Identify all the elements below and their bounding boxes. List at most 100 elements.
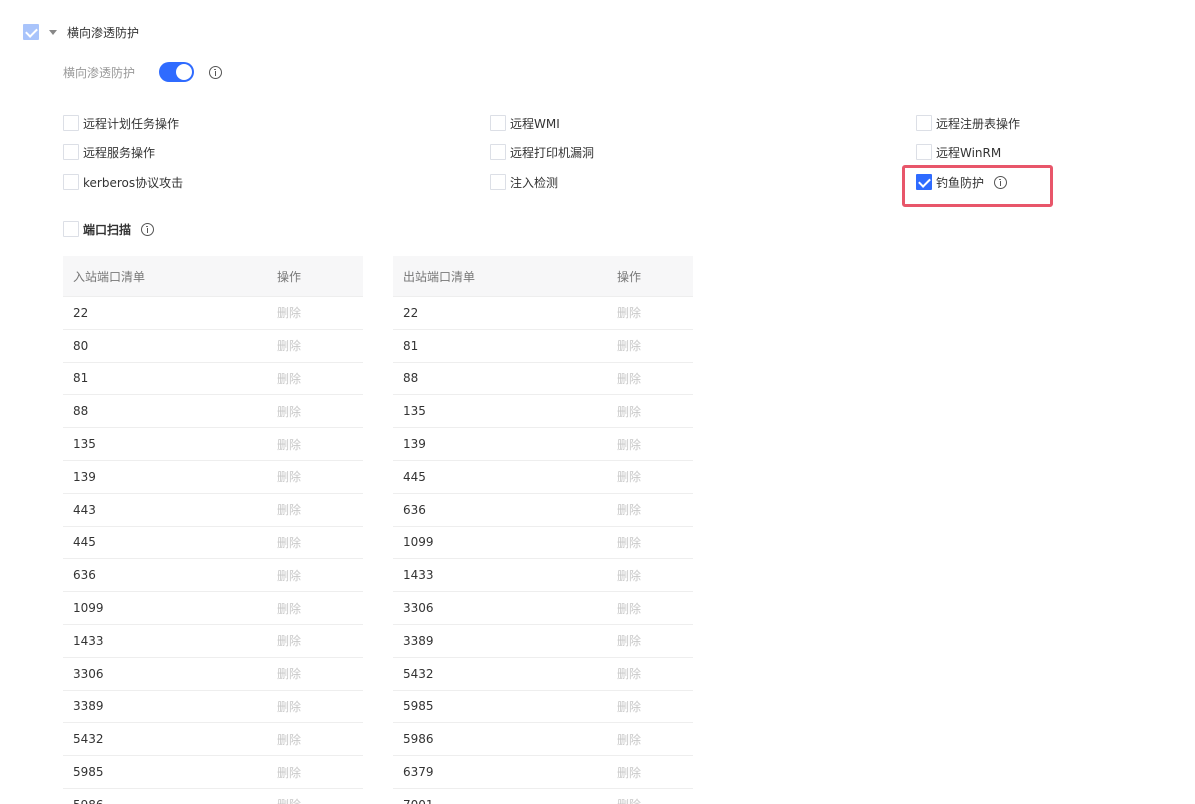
delete-link[interactable]: 删除 bbox=[277, 764, 363, 781]
option-checkbox[interactable] bbox=[490, 174, 506, 190]
delete-link[interactable]: 删除 bbox=[617, 436, 693, 453]
toggle-label: 横向渗透防护 bbox=[63, 65, 136, 80]
delete-link[interactable]: 删除 bbox=[617, 731, 693, 748]
delete-link[interactable]: 删除 bbox=[617, 534, 693, 551]
option-injection-detect[interactable]: 注入检测 bbox=[490, 173, 558, 191]
delete-link[interactable]: 删除 bbox=[277, 731, 363, 748]
delete-link[interactable]: 删除 bbox=[277, 796, 363, 804]
delete-link[interactable]: 删除 bbox=[277, 403, 363, 420]
delete-link[interactable]: 删除 bbox=[617, 665, 693, 682]
option-remote-registry[interactable]: 远程注册表操作 bbox=[916, 114, 1020, 132]
port-value: 139 bbox=[403, 437, 426, 452]
port-value: 88 bbox=[73, 404, 89, 419]
delete-link[interactable]: 删除 bbox=[277, 698, 363, 715]
option-label: 注入检测 bbox=[510, 175, 559, 190]
delete-link[interactable]: 删除 bbox=[277, 665, 363, 682]
option-checkbox[interactable] bbox=[490, 144, 506, 160]
delete-link[interactable]: 删除 bbox=[277, 337, 363, 354]
port-value: 88 bbox=[403, 371, 419, 386]
info-icon[interactable] bbox=[141, 222, 155, 236]
port-value: 5985 bbox=[73, 765, 104, 780]
delete-link[interactable]: 删除 bbox=[277, 468, 363, 485]
port-value: 7001 bbox=[393, 798, 617, 804]
port-scan-row[interactable]: 端口扫描 bbox=[63, 220, 155, 238]
highlight-box bbox=[902, 165, 1053, 207]
option-checkbox[interactable] bbox=[63, 115, 79, 131]
port-value: 5986 bbox=[403, 732, 434, 747]
option-checkbox[interactable] bbox=[916, 115, 932, 131]
inbound-port-table: 入站端口清单 操作 22 删除 80 删除 81 删除 88 删除 135 删除 139 删除 443 删… bbox=[63, 256, 363, 804]
table-row: 135 删除 bbox=[393, 395, 693, 429]
delete-link[interactable]: 删除 bbox=[277, 567, 363, 584]
table-row: 5985 删除 bbox=[63, 756, 363, 789]
delete-link[interactable]: 删除 bbox=[617, 304, 693, 321]
port-value: 5432 bbox=[73, 732, 104, 747]
table-row: 1433 删除 bbox=[393, 559, 693, 593]
option-checkbox[interactable] bbox=[490, 115, 506, 131]
option-kerberos-attack[interactable]: kerberos协议攻击 bbox=[63, 173, 183, 191]
delete-link[interactable]: 删除 bbox=[617, 698, 693, 715]
section-title: 横向渗透防护 bbox=[67, 25, 140, 40]
delete-link[interactable]: 删除 bbox=[617, 796, 693, 804]
option-remote-winrm[interactable]: 远程WinRM bbox=[916, 143, 1001, 161]
port-value: 3389 bbox=[403, 633, 434, 648]
delete-link[interactable]: 删除 bbox=[277, 534, 363, 551]
table-row: 5432 删除 bbox=[393, 658, 693, 691]
column-header-action: 操作 bbox=[617, 269, 642, 284]
delete-link[interactable]: 删除 bbox=[617, 501, 693, 518]
info-icon[interactable] bbox=[209, 65, 223, 79]
table-row: 22 删除 bbox=[393, 297, 693, 330]
option-remote-printer-vuln[interactable]: 远程打印机漏洞 bbox=[490, 143, 594, 161]
delete-link[interactable]: 删除 bbox=[617, 403, 693, 420]
option-checkbox[interactable] bbox=[916, 144, 932, 160]
option-checkbox[interactable] bbox=[63, 174, 79, 190]
port-scan-label: 端口扫描 bbox=[83, 222, 132, 237]
delete-link[interactable]: 删除 bbox=[617, 370, 693, 387]
option-remote-wmi[interactable]: 远程WMI bbox=[490, 114, 560, 132]
option-label: 远程服务操作 bbox=[83, 145, 156, 160]
column-header-action: 操作 bbox=[277, 269, 302, 284]
delete-link[interactable]: 删除 bbox=[617, 567, 693, 584]
port-value: 636 bbox=[73, 568, 96, 583]
delete-link[interactable]: 删除 bbox=[277, 436, 363, 453]
port-value: 1099 bbox=[73, 601, 104, 616]
delete-link[interactable]: 删除 bbox=[277, 501, 363, 518]
option-remote-scheduled-task[interactable]: 远程计划任务操作 bbox=[63, 114, 179, 132]
port-value: 443 bbox=[73, 502, 96, 517]
delete-link[interactable]: 删除 bbox=[277, 370, 363, 387]
port-value: 135 bbox=[73, 437, 96, 452]
table-row: 445 删除 bbox=[63, 527, 363, 560]
delete-link[interactable]: 删除 bbox=[277, 600, 363, 617]
column-header-ports: 入站端口清单 bbox=[73, 269, 146, 284]
port-value: 5986 bbox=[63, 798, 277, 804]
table-row: 3306 删除 bbox=[393, 592, 693, 625]
port-value: 22 bbox=[73, 305, 89, 320]
delete-link[interactable]: 删除 bbox=[617, 468, 693, 485]
port-value: 80 bbox=[73, 338, 89, 353]
chevron-down-icon[interactable] bbox=[49, 29, 57, 35]
option-label: kerberos协议攻击 bbox=[83, 175, 184, 190]
section-checkbox[interactable] bbox=[23, 24, 39, 40]
delete-link[interactable]: 删除 bbox=[277, 632, 363, 649]
option-label: 远程WinRM bbox=[936, 145, 1002, 160]
delete-link[interactable]: 删除 bbox=[617, 600, 693, 617]
port-value: 445 bbox=[403, 469, 426, 484]
port-value: 1099 bbox=[403, 535, 434, 550]
table-row: 139 删除 bbox=[393, 428, 693, 461]
port-value: 22 bbox=[403, 305, 419, 320]
table-row: 81 删除 bbox=[393, 330, 693, 363]
delete-link[interactable]: 删除 bbox=[277, 304, 363, 321]
port-value: 3389 bbox=[73, 699, 104, 714]
port-scan-checkbox[interactable] bbox=[63, 221, 79, 237]
option-remote-service[interactable]: 远程服务操作 bbox=[63, 143, 155, 161]
delete-link[interactable]: 删除 bbox=[617, 632, 693, 649]
option-checkbox[interactable] bbox=[63, 144, 79, 160]
table-header: 入站端口清单 操作 bbox=[63, 256, 363, 297]
toggle-row: 横向渗透防护 bbox=[63, 61, 223, 83]
column-header-ports: 出站端口清单 bbox=[403, 269, 476, 284]
delete-link[interactable]: 删除 bbox=[617, 764, 693, 781]
table-row: 5985 删除 bbox=[393, 691, 693, 724]
lateral-protection-switch[interactable] bbox=[159, 62, 195, 82]
table-header: 出站端口清单 操作 bbox=[393, 256, 693, 297]
delete-link[interactable]: 删除 bbox=[617, 337, 693, 354]
